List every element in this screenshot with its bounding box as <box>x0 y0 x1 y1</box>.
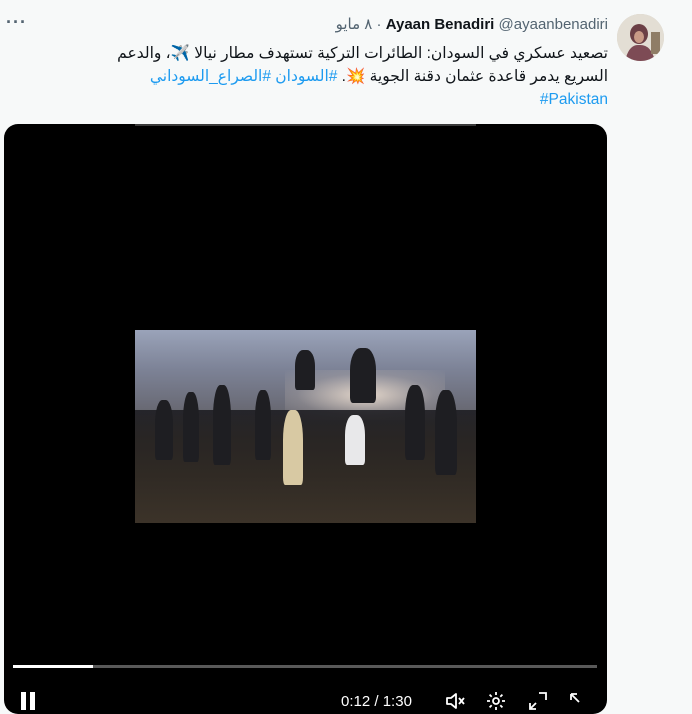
pause-icon[interactable] <box>21 692 35 710</box>
avatar-image <box>617 14 664 61</box>
time-separator: / <box>374 693 379 710</box>
user-handle[interactable]: @ayaanbenadiri <box>499 16 608 33</box>
video-figure <box>405 385 425 460</box>
hashtag-pakistan[interactable]: #Pakistan <box>540 91 608 108</box>
video-figure <box>295 350 315 390</box>
fullscreen-icon[interactable] <box>527 690 549 712</box>
tweet-header: Ayaan Benadiri @ayaanbenadiri · ٨ مايو <box>336 15 608 33</box>
video-player[interactable]: 0:12 / 1:30 <box>4 124 607 714</box>
settings-icon[interactable] <box>485 690 507 712</box>
avatar[interactable] <box>617 14 664 61</box>
video-figure <box>350 348 376 403</box>
tweet-text-line2: السريع يدمر قاعدة عثمان دقنة الجوية 💥. #… <box>48 65 608 88</box>
hashtag-sudan[interactable]: #السودان <box>275 68 337 85</box>
tweet-text-plain: السريع يدمر قاعدة عثمان دقنة الجوية 💥. <box>337 68 608 85</box>
tweet-date[interactable]: ٨ مايو <box>336 16 373 33</box>
current-time: 0:12 <box>341 693 371 710</box>
video-figure <box>345 415 365 465</box>
video-time: 0:12 / 1:30 <box>341 693 412 710</box>
video-top-edge <box>135 124 476 126</box>
tweet-text: تصعيد عسكري في السودان: الطائرات التركية… <box>48 42 608 111</box>
video-progress-fill <box>13 665 93 668</box>
video-progress-bar[interactable] <box>13 665 597 668</box>
duration: 1:30 <box>382 693 412 710</box>
video-controls: 0:12 / 1:30 <box>4 684 607 714</box>
video-figure <box>213 385 231 465</box>
more-options-icon[interactable]: ··· <box>6 12 27 33</box>
tweet-text-line1: تصعيد عسكري في السودان: الطائرات التركية… <box>117 45 608 62</box>
volume-muted-icon[interactable] <box>444 690 466 712</box>
separator-dot: · <box>376 16 382 33</box>
video-figure <box>283 410 303 485</box>
video-figure <box>183 392 199 462</box>
video-figure <box>155 400 173 460</box>
expand-icon[interactable] <box>567 690 589 712</box>
video-figure <box>255 390 271 460</box>
video-figure <box>435 390 457 475</box>
hashtag-sudanese-conflict[interactable]: #الصراع_السوداني <box>150 68 271 85</box>
tweet[interactable]: ··· Ayaan Benadiri @ayaanbenadiri · ٨ ما… <box>0 0 692 714</box>
display-name[interactable]: Ayaan Benadiri <box>386 16 495 33</box>
video-frame[interactable] <box>135 330 476 523</box>
